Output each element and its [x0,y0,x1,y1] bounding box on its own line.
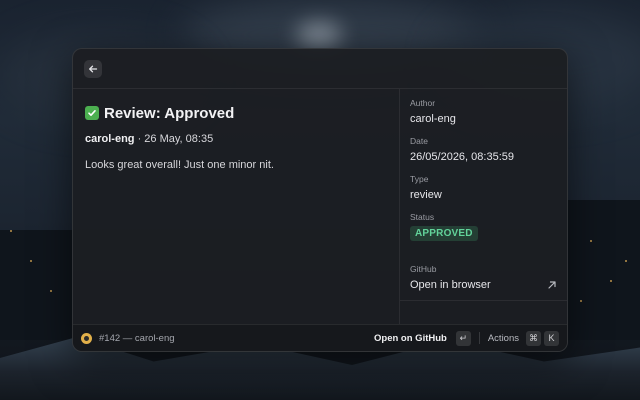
actions-button[interactable]: Actions [488,333,519,344]
review-title-text: Review: Approved [104,104,235,122]
author-field: Author carol-eng [410,98,456,125]
open-in-browser-text: Open in browser [410,279,491,291]
footer-context: #142 — carol-eng [99,332,175,344]
status-badge: APPROVED [410,226,478,241]
command-key-hint: ⌘ [526,330,541,346]
footer-separator [478,332,480,344]
status-label: Status [410,212,435,222]
review-meta: carol-eng · 26 May, 08:35 [85,133,387,147]
type-value: review [410,189,442,201]
date-value: 26/05/2026, 08:35:59 [410,151,514,163]
review-title: Review: Approved [85,103,387,123]
top-bar [73,49,567,89]
open-on-github-button[interactable]: Open on GitHub [374,333,447,344]
external-link-icon [548,281,556,289]
back-button[interactable] [84,59,102,78]
open-in-browser-link[interactable]: Open in browser [410,279,557,291]
review-date: 26 May, 08:35 [144,133,214,145]
check-mark-icon [85,106,99,120]
github-app-icon [81,332,92,344]
footer-bar: #142 — carol-eng Open on GitHub ↵ Action… [73,324,567,351]
review-body: Looks great overall! Just one minor nit. [85,159,274,171]
k-key-hint: K [544,330,559,346]
author-value: carol-eng [410,113,456,125]
type-field: Type review [410,174,442,201]
enter-key-hint: ↵ [455,330,471,346]
review-author: carol-eng [85,133,135,145]
metadata-sidebar: Author carol-eng Date 26/05/2026, 08:35:… [400,89,567,324]
arrow-left-icon [89,65,98,72]
sidebar-divider [400,300,567,301]
review-detail-window: Review: Approved carol-eng · 26 May, 08:… [72,48,568,352]
github-field: GitHub [410,264,436,274]
author-label: Author [410,98,436,108]
github-label: GitHub [410,264,437,274]
date-field: Date 26/05/2026, 08:35:59 [410,136,514,163]
meta-separator: · [134,133,145,145]
type-label: Type [410,174,429,184]
date-label: Date [410,136,428,146]
review-main-panel: Review: Approved carol-eng · 26 May, 08:… [73,89,400,324]
status-field: Status APPROVED [410,212,478,241]
